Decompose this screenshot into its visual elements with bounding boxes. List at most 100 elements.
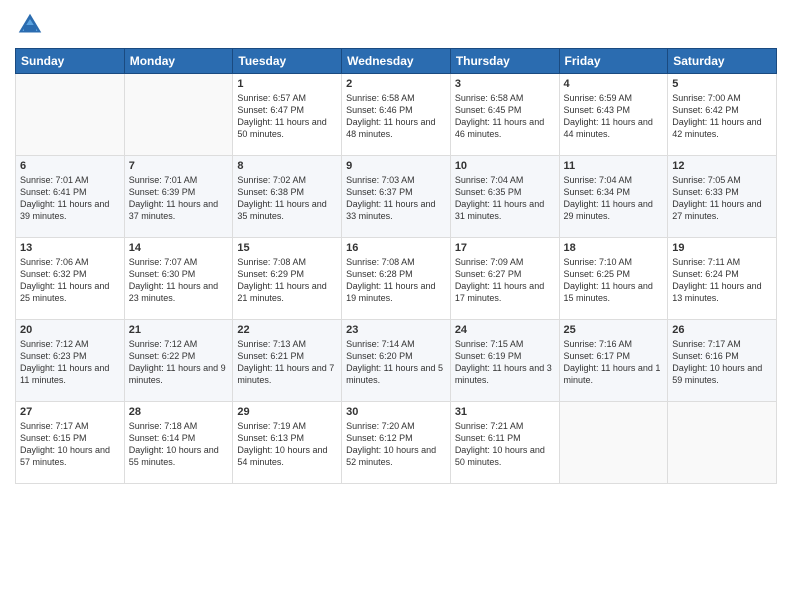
calendar-cell: 26Sunrise: 7:17 AM Sunset: 6:16 PM Dayli… [668, 320, 777, 402]
calendar-cell: 10Sunrise: 7:04 AM Sunset: 6:35 PM Dayli… [450, 156, 559, 238]
cell-info: Sunrise: 7:01 AM Sunset: 6:39 PM Dayligh… [129, 174, 229, 223]
calendar-cell: 13 Sunrise: 7:06 AM Sunset: 6:32 PM Dayli… [16, 238, 125, 320]
weekday-header-sunday: Sunday [16, 49, 125, 74]
logo [15, 10, 49, 40]
cell-info: Sunrise: 7:14 AM Sunset: 6:20 PM Dayligh… [346, 338, 446, 387]
calendar-cell: 7 Sunrise: 7:01 AM Sunset: 6:39 PM Daylig… [124, 156, 233, 238]
calendar-cell: 1 Sunrise: 6:57 AM Sunset: 6:47 PM Daylig… [233, 74, 342, 156]
cell-info: Sunrise: 7:01 AM Sunset: 6:41 PM Dayligh… [20, 174, 120, 223]
calendar-cell: 29 Sunrise: 7:19 AM Sunset: 6:13 PM Dayli… [233, 402, 342, 484]
calendar-cell: 23 Sunrise: 7:14 AM Sunset: 6:20 PM Dayli… [342, 320, 451, 402]
cell-info: Sunrise: 7:08 AM Sunset: 6:28 PM Dayligh… [346, 256, 446, 305]
calendar-cell: 28Sunrise: 7:18 AM Sunset: 6:14 PM Dayli… [124, 402, 233, 484]
calendar-cell: 21Sunrise: 7:12 AM Sunset: 6:22 PM Dayli… [124, 320, 233, 402]
weekday-header-friday: Friday [559, 49, 668, 74]
day-number: 11 [564, 160, 664, 172]
day-number: 20 [20, 324, 120, 336]
calendar-cell: 11 Sunrise: 7:04 AM Sunset: 6:34 PM Dayli… [559, 156, 668, 238]
week-row-2: 6 Sunrise: 7:01 AM Sunset: 6:41 PM Daylig… [16, 156, 777, 238]
day-number: 10 [455, 160, 555, 172]
day-number: 1 [237, 78, 337, 90]
calendar-cell [124, 74, 233, 156]
day-number: 5 [672, 78, 772, 90]
page: SundayMondayTuesdayWednesdayThursdayFrid… [0, 0, 792, 612]
header [15, 10, 777, 40]
day-number: 18 [564, 242, 664, 254]
day-number: 23 [346, 324, 446, 336]
day-number: 15 [237, 242, 337, 254]
day-number: 29 [237, 406, 337, 418]
calendar-cell: 18Sunrise: 7:10 AM Sunset: 6:25 PM Dayli… [559, 238, 668, 320]
calendar-cell: 19 Sunrise: 7:11 AM Sunset: 6:24 PM Dayli… [668, 238, 777, 320]
day-number: 19 [672, 242, 772, 254]
calendar-cell [16, 74, 125, 156]
weekday-header-monday: Monday [124, 49, 233, 74]
day-number: 24 [455, 324, 555, 336]
cell-info: Sunrise: 6:58 AM Sunset: 6:45 PM Dayligh… [455, 92, 555, 141]
cell-info: Sunrise: 7:19 AM Sunset: 6:13 PM Dayligh… [237, 420, 337, 469]
day-number: 13 [20, 242, 120, 254]
weekday-header-wednesday: Wednesday [342, 49, 451, 74]
calendar-cell: 9Sunrise: 7:03 AM Sunset: 6:37 PM Daylig… [342, 156, 451, 238]
day-number: 26 [672, 324, 772, 336]
cell-info: Sunrise: 6:59 AM Sunset: 6:43 PM Dayligh… [564, 92, 664, 141]
cell-info: Sunrise: 7:12 AM Sunset: 6:23 PM Dayligh… [20, 338, 120, 387]
cell-info: Sunrise: 7:12 AM Sunset: 6:22 PM Dayligh… [129, 338, 229, 387]
calendar-cell: 6 Sunrise: 7:01 AM Sunset: 6:41 PM Daylig… [16, 156, 125, 238]
calendar-cell: 22 Sunrise: 7:13 AM Sunset: 6:21 PM Dayli… [233, 320, 342, 402]
cell-info: Sunrise: 7:15 AM Sunset: 6:19 PM Dayligh… [455, 338, 555, 387]
calendar-cell: 2 Sunrise: 6:58 AM Sunset: 6:46 PM Daylig… [342, 74, 451, 156]
calendar-cell: 25 Sunrise: 7:16 AM Sunset: 6:17 PM Dayli… [559, 320, 668, 402]
day-number: 6 [20, 160, 120, 172]
day-number: 7 [129, 160, 229, 172]
day-number: 22 [237, 324, 337, 336]
week-row-4: 20 Sunrise: 7:12 AM Sunset: 6:23 PM Dayli… [16, 320, 777, 402]
cell-info: Sunrise: 6:58 AM Sunset: 6:46 PM Dayligh… [346, 92, 446, 141]
day-number: 28 [129, 406, 229, 418]
weekday-header-tuesday: Tuesday [233, 49, 342, 74]
calendar-cell: 14 Sunrise: 7:07 AM Sunset: 6:30 PM Dayli… [124, 238, 233, 320]
day-number: 3 [455, 78, 555, 90]
calendar-cell: 31 Sunrise: 7:21 AM Sunset: 6:11 PM Dayli… [450, 402, 559, 484]
calendar-cell [559, 402, 668, 484]
calendar-table: SundayMondayTuesdayWednesdayThursdayFrid… [15, 48, 777, 484]
week-row-3: 13 Sunrise: 7:06 AM Sunset: 6:32 PM Dayli… [16, 238, 777, 320]
weekday-header-thursday: Thursday [450, 49, 559, 74]
cell-info: Sunrise: 7:20 AM Sunset: 6:12 PM Dayligh… [346, 420, 446, 469]
day-number: 25 [564, 324, 664, 336]
cell-info: Sunrise: 7:02 AM Sunset: 6:38 PM Dayligh… [237, 174, 337, 223]
calendar-cell: 15Sunrise: 7:08 AM Sunset: 6:29 PM Dayli… [233, 238, 342, 320]
calendar-cell: 12 Sunrise: 7:05 AM Sunset: 6:33 PM Dayli… [668, 156, 777, 238]
day-number: 4 [564, 78, 664, 90]
cell-info: Sunrise: 7:13 AM Sunset: 6:21 PM Dayligh… [237, 338, 337, 387]
day-number: 31 [455, 406, 555, 418]
calendar-cell: 27 Sunrise: 7:17 AM Sunset: 6:15 PM Dayli… [16, 402, 125, 484]
cell-info: Sunrise: 7:07 AM Sunset: 6:30 PM Dayligh… [129, 256, 229, 305]
cell-info: Sunrise: 6:57 AM Sunset: 6:47 PM Dayligh… [237, 92, 337, 141]
day-number: 8 [237, 160, 337, 172]
cell-info: Sunrise: 7:21 AM Sunset: 6:11 PM Dayligh… [455, 420, 555, 469]
cell-info: Sunrise: 7:17 AM Sunset: 6:15 PM Dayligh… [20, 420, 120, 469]
cell-info: Sunrise: 7:11 AM Sunset: 6:24 PM Dayligh… [672, 256, 772, 305]
cell-info: Sunrise: 7:03 AM Sunset: 6:37 PM Dayligh… [346, 174, 446, 223]
day-number: 17 [455, 242, 555, 254]
day-number: 27 [20, 406, 120, 418]
day-number: 12 [672, 160, 772, 172]
day-number: 2 [346, 78, 446, 90]
weekday-header-saturday: Saturday [668, 49, 777, 74]
calendar-cell: 16 Sunrise: 7:08 AM Sunset: 6:28 PM Dayli… [342, 238, 451, 320]
day-number: 16 [346, 242, 446, 254]
cell-info: Sunrise: 7:00 AM Sunset: 6:42 PM Dayligh… [672, 92, 772, 141]
calendar-cell: 5 Sunrise: 7:00 AM Sunset: 6:42 PM Daylig… [668, 74, 777, 156]
day-number: 30 [346, 406, 446, 418]
cell-info: Sunrise: 7:06 AM Sunset: 6:32 PM Dayligh… [20, 256, 120, 305]
week-row-5: 27 Sunrise: 7:17 AM Sunset: 6:15 PM Dayli… [16, 402, 777, 484]
calendar-cell [668, 402, 777, 484]
calendar-cell: 24 Sunrise: 7:15 AM Sunset: 6:19 PM Dayli… [450, 320, 559, 402]
cell-info: Sunrise: 7:16 AM Sunset: 6:17 PM Dayligh… [564, 338, 664, 387]
cell-info: Sunrise: 7:04 AM Sunset: 6:34 PM Dayligh… [564, 174, 664, 223]
day-number: 14 [129, 242, 229, 254]
logo-icon [15, 10, 45, 40]
cell-info: Sunrise: 7:05 AM Sunset: 6:33 PM Dayligh… [672, 174, 772, 223]
cell-info: Sunrise: 7:09 AM Sunset: 6:27 PM Dayligh… [455, 256, 555, 305]
